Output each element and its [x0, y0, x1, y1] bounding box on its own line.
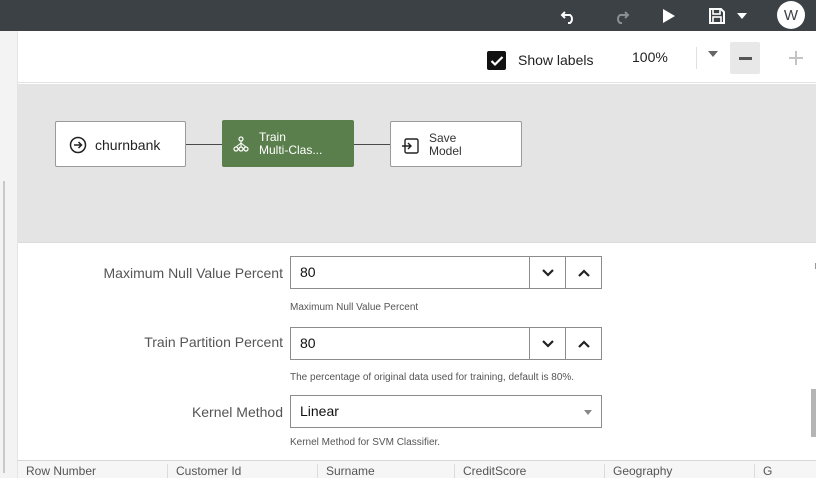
model-tree-icon: [233, 136, 249, 152]
save-model-icon: [402, 138, 419, 154]
properties-scrollbar[interactable]: [811, 389, 816, 437]
zoom-separator: [696, 47, 697, 69]
show-labels-label: Show labels: [518, 52, 594, 68]
input-value: 80: [300, 264, 316, 280]
plus-icon: [789, 51, 803, 65]
node-label-line1: Save: [429, 131, 457, 145]
circle-arrow-icon: [69, 136, 87, 154]
column-header[interactable]: G: [755, 464, 816, 478]
zoom-value: 100%: [632, 49, 668, 65]
minus-icon: [738, 56, 752, 60]
canvas-toolbar: Show labels 100%: [18, 31, 816, 83]
node-label-line2: Model: [429, 144, 462, 158]
train-partition-input[interactable]: 80: [290, 327, 602, 360]
run-icon[interactable]: [659, 0, 679, 31]
top-bar: W: [0, 0, 816, 31]
node-label-line2: Multi-Clas...: [259, 143, 323, 157]
left-divider: [3, 181, 5, 473]
train-partition-label: Train Partition Percent: [144, 334, 283, 350]
undo-icon[interactable]: [558, 0, 580, 31]
column-header[interactable]: Geography: [605, 464, 755, 478]
zoom-out-button[interactable]: [730, 42, 760, 74]
column-header[interactable]: Customer Id: [168, 464, 318, 478]
node-label-line1: Train: [259, 130, 286, 144]
chevron-up-icon: [577, 339, 590, 348]
max-null-value-input[interactable]: 80: [290, 256, 602, 289]
properties-panel: Maximum Null Value Percent 80 Maximum Nu…: [18, 242, 816, 460]
save-icon[interactable]: [706, 0, 728, 31]
user-avatar[interactable]: W: [777, 1, 805, 29]
input-value: 80: [300, 335, 316, 351]
max-null-help: Maximum Null Value Percent: [290, 302, 419, 313]
connector-line: [354, 144, 390, 145]
kernel-method-select[interactable]: Linear: [290, 395, 602, 428]
select-value: Linear: [300, 403, 339, 419]
left-panel-strip: [0, 31, 18, 478]
connector-line: [186, 144, 222, 145]
kernel-method-label: Kernel Method: [191, 404, 283, 420]
node-save-model[interactable]: Save Model: [390, 121, 522, 167]
chevron-down-icon[interactable]: [734, 0, 750, 31]
data-columns-header: Row Number Customer Id Surname CreditSco…: [18, 460, 816, 478]
decrement-button[interactable]: [529, 328, 565, 359]
zoom-select[interactable]: 100%: [622, 43, 718, 73]
node-label: churnbank: [95, 137, 161, 153]
node-churnbank[interactable]: churnbank: [55, 121, 186, 167]
show-labels-checkbox[interactable]: [487, 51, 506, 70]
redo-icon[interactable]: [610, 0, 632, 31]
column-header[interactable]: Surname: [318, 464, 455, 478]
chevron-up-icon: [577, 268, 590, 277]
chevron-down-icon: [541, 339, 554, 348]
app-root: W Show labels 100% churnbank Train Multi…: [0, 0, 816, 478]
column-header[interactable]: CreditScore: [455, 464, 605, 478]
zoom-dropdown-icon[interactable]: [708, 51, 718, 57]
train-partition-help: The percentage of original data used for…: [290, 372, 575, 383]
column-header[interactable]: Row Number: [18, 464, 168, 478]
dropdown-caret-icon: [584, 410, 592, 415]
max-null-label: Maximum Null Value Percent: [103, 265, 283, 281]
zoom-in-button[interactable]: [781, 42, 811, 74]
workflow-canvas[interactable]: churnbank Train Multi-Clas... Save Model: [18, 84, 816, 242]
node-train-multi-class[interactable]: Train Multi-Clas...: [222, 120, 354, 167]
chevron-down-icon: [541, 268, 554, 277]
increment-button[interactable]: [565, 257, 601, 288]
decrement-button[interactable]: [529, 257, 565, 288]
kernel-method-help: Kernel Method for SVM Classifier.: [290, 437, 441, 448]
increment-button[interactable]: [565, 328, 601, 359]
